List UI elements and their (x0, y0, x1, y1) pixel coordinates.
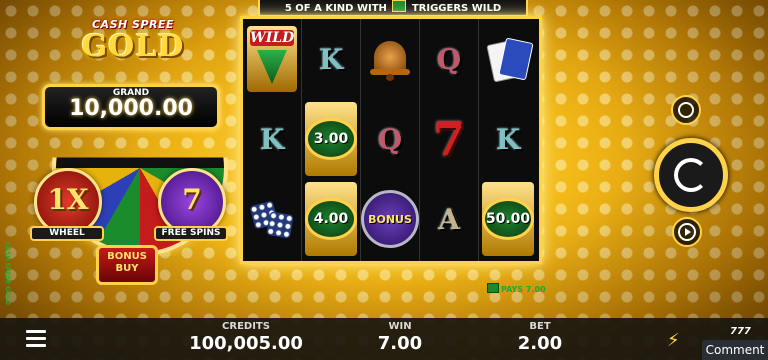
coins-icon (678, 102, 694, 118)
credits-value: 100,005.00 (189, 333, 303, 354)
banner-text-before: 5 OF A KIND WITH (284, 3, 387, 14)
win-value: 7.00 (377, 333, 423, 354)
cash-icon (487, 283, 499, 293)
dice-icon (249, 197, 294, 241)
grand-jackpot-amount: 10,000.00 (69, 96, 193, 121)
reel-cell (479, 19, 537, 99)
q-symbol: Q (377, 122, 403, 156)
spin-button[interactable] (654, 138, 728, 212)
game-logo: CASH SPREE GOLD (78, 18, 188, 64)
reel-cell: 50.00 (479, 179, 537, 259)
wheel-multiplier-value: 1X (47, 183, 89, 216)
gem-icon (257, 50, 287, 84)
bonus-symbol: BONUS (361, 190, 419, 248)
free-spins-value: 7 (182, 183, 202, 216)
reel-cell: 7 (420, 99, 478, 179)
credits-display: CREDITS 100,005.00 (176, 321, 316, 354)
pays-indicator: PAYS 7.00 (487, 283, 546, 294)
reel-cell: K (243, 99, 301, 179)
reel-grid: WILD K K 3.00 4.00 Q BONUS Q 7 A K 50.00 (240, 16, 542, 264)
bet-display[interactable]: BET 2.00 (500, 321, 580, 354)
cash-symbol: 4.00 (305, 198, 357, 240)
reel-cell: Q (361, 99, 419, 179)
k-symbol: K (318, 42, 344, 76)
win-display: WIN 7.00 (360, 321, 440, 354)
cash-symbol: 3.00 (305, 118, 357, 160)
side-logo-text: CASH SPREE GOLD (3, 242, 11, 305)
seven-symbol: 7 (432, 112, 465, 166)
reel-cell: A (420, 179, 478, 259)
wheel-label: WHEEL (30, 226, 104, 241)
grand-jackpot: GRAND 10,000.00 (42, 84, 220, 130)
win-label: WIN (388, 321, 412, 332)
reel-5: K 50.00 (479, 19, 537, 261)
credits-label: CREDITS (222, 321, 270, 332)
lightning-icon[interactable]: ⚡ (667, 330, 680, 351)
bet-label: BET (529, 321, 551, 332)
reel-cell: WILD (243, 19, 301, 99)
coins-button[interactable] (671, 95, 701, 125)
cash-symbol-frame: 3.00 (305, 102, 357, 176)
wild-jackpot-banner: 5 OF A KIND WITH TRIGGERS WILD JACKPOT! (258, 0, 528, 28)
bonus-buy-button[interactable]: BONUS BUY (96, 245, 158, 285)
reel-3: Q BONUS (361, 19, 420, 261)
sevens-logo: 777 (730, 326, 751, 337)
reel-cell: 3.00 (302, 99, 360, 179)
reel-4: Q 7 A (420, 19, 479, 261)
a-symbol: A (438, 202, 460, 236)
reel-cell: BONUS (361, 179, 419, 259)
bell-icon (370, 37, 410, 81)
reel-cell: K (302, 19, 360, 99)
free-spins-label: FREE SPINS (154, 226, 228, 241)
cash-symbol: 50.00 (482, 198, 534, 240)
logo-title: GOLD (81, 29, 185, 64)
comment-button[interactable]: Comment (702, 340, 768, 360)
menu-icon[interactable] (26, 330, 46, 351)
autoplay-button[interactable] (672, 217, 702, 247)
k-symbol: K (495, 122, 521, 156)
q-symbol: Q (436, 42, 462, 76)
reel-cell (243, 179, 301, 259)
bonus-buy-line2: BUY (115, 263, 139, 274)
wild-label: WILD (250, 30, 295, 46)
autoplay-icon (678, 223, 696, 241)
reel-2: K 3.00 4.00 (302, 19, 361, 261)
k-symbol: K (259, 122, 285, 156)
reel-cell: K (479, 99, 537, 179)
cash-icon (392, 0, 407, 12)
reel-cell (361, 19, 419, 99)
cash-symbol-frame: 50.00 (482, 182, 534, 256)
reel-1: WILD K (243, 19, 302, 261)
bonus-buy-line1: BONUS (107, 251, 147, 262)
cash-symbol-frame: 4.00 (305, 182, 357, 256)
reel-cell: 4.00 (302, 179, 360, 259)
playing-cards-icon (486, 36, 534, 83)
spin-icon (674, 158, 708, 192)
bet-value: 2.00 (517, 333, 563, 354)
pays-text: PAYS 7.00 (501, 285, 546, 294)
reel-cell: Q (420, 19, 478, 99)
wild-symbol: WILD (247, 26, 297, 92)
